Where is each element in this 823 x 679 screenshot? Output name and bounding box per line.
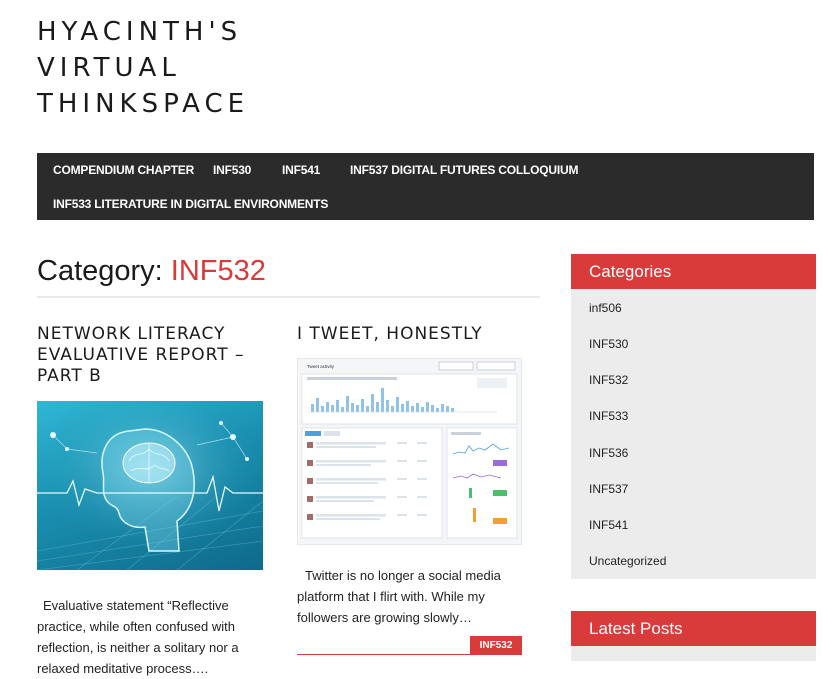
nav-item-inf541[interactable]: INF541 <box>282 163 320 177</box>
tweet-activity-heading: Tweet activity <box>307 364 335 369</box>
category-link[interactable]: INF537 <box>589 482 628 496</box>
categories-widget: inf506 INF530 INF532 INF533 INF536 INF53… <box>571 289 816 579</box>
title-divider <box>37 296 540 298</box>
nav-item-compendium-chapter[interactable]: COMPENDIUM CHAPTER <box>53 163 194 177</box>
category-link[interactable]: INF541 <box>589 518 628 532</box>
nav-item-inf533[interactable]: INF533 LITERATURE IN DIGITAL ENVIRONMENT… <box>53 197 328 211</box>
brain-scan-illustration <box>37 401 263 570</box>
post-title[interactable]: NETWORK LITERACY EVALUATIVE REPORT – PAR… <box>37 324 245 387</box>
site-title-line[interactable]: THINKSPACE <box>37 86 249 122</box>
category-link[interactable]: Uncategorized <box>589 554 666 568</box>
category-link[interactable]: INF536 <box>589 446 628 460</box>
page-title-category: INF532 <box>170 255 266 287</box>
category-link[interactable]: INF530 <box>589 337 628 351</box>
post-title-line[interactable]: PART B <box>37 366 245 387</box>
post-excerpt: Evaluative statement “Reflective practic… <box>37 598 239 676</box>
main-navigation: COMPENDIUM CHAPTER INF530 INF541 INF537 … <box>37 153 814 220</box>
site-title-line[interactable]: VIRTUAL <box>37 50 249 86</box>
site-title-line[interactable]: HYACINTH'S <box>37 14 249 50</box>
page-title: Category: INF532 <box>37 254 266 288</box>
category-link[interactable]: INF532 <box>589 373 628 387</box>
post-thumbnail-brain-scan[interactable] <box>37 401 263 570</box>
post-thumbnail-tweet-activity[interactable]: Tweet activity <box>297 358 522 545</box>
tweet-activity-screenshot: Tweet activity <box>297 358 522 545</box>
latest-posts-widget <box>571 646 816 661</box>
post-title-line[interactable]: EVALUATIVE REPORT – <box>37 345 245 366</box>
nav-item-inf537[interactable]: INF537 DIGITAL FUTURES COLLOQUIUM <box>350 163 578 177</box>
site-title[interactable]: HYACINTH'S VIRTUAL THINKSPACE <box>37 14 249 122</box>
latest-posts-widget-title: Latest Posts <box>571 611 816 646</box>
category-link[interactable]: inf506 <box>589 301 622 315</box>
post-title-line[interactable]: I TWEET, HONESTLY <box>297 324 483 345</box>
categories-widget-title: Categories <box>571 254 816 289</box>
post-title-line[interactable]: NETWORK LITERACY <box>37 324 245 345</box>
post-title[interactable]: I TWEET, HONESTLY <box>297 324 483 345</box>
post-excerpt: Twitter is no longer a social media plat… <box>297 568 501 625</box>
category-link[interactable]: INF533 <box>589 409 628 423</box>
page-title-prefix: Category: <box>37 255 163 287</box>
nav-item-inf530[interactable]: INF530 <box>213 163 251 177</box>
category-tag[interactable]: INF532 <box>470 636 522 655</box>
